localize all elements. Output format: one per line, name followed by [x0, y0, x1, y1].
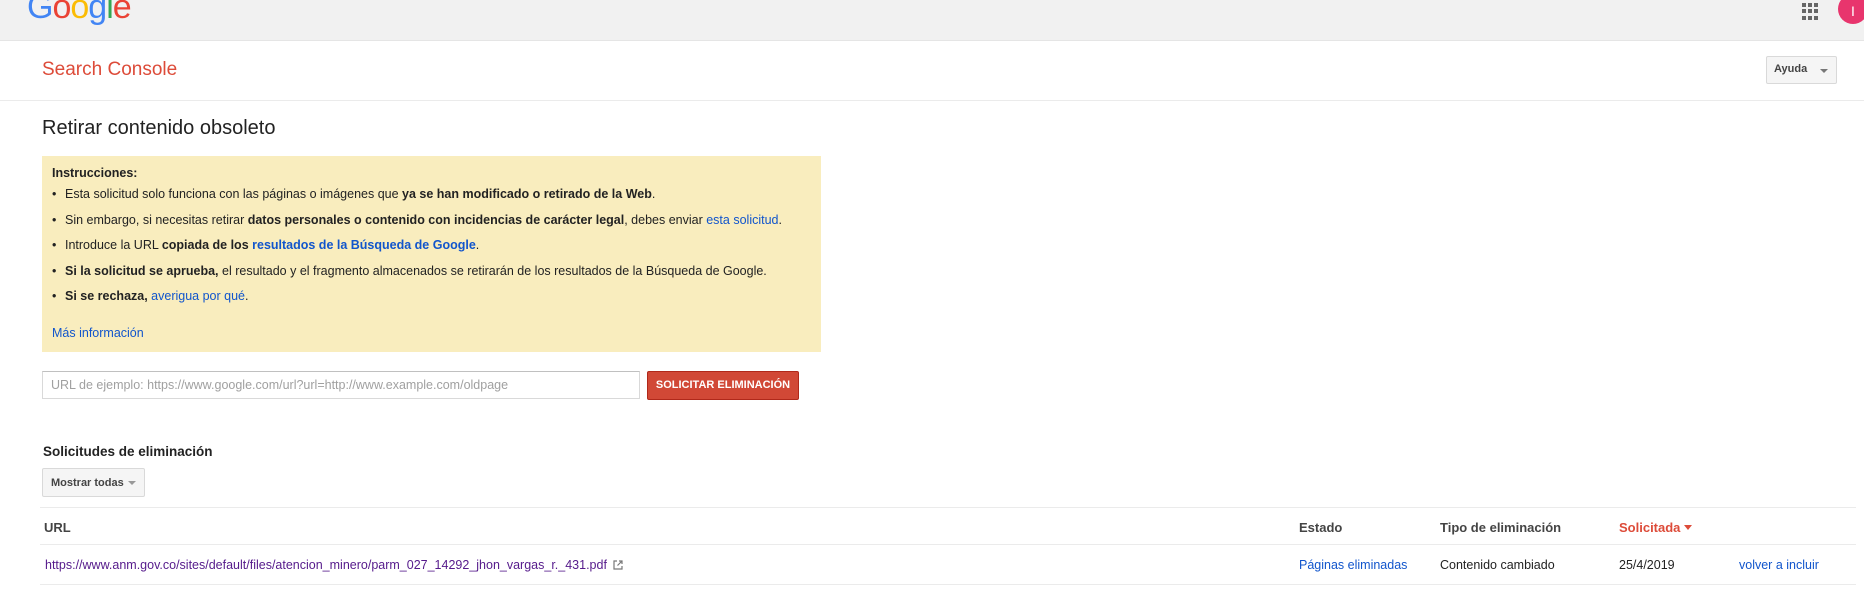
column-header-url: URL	[44, 520, 71, 535]
help-button[interactable]: Ayuda	[1766, 56, 1837, 84]
logo-letter: g	[88, 0, 107, 26]
filter-dropdown-label: Mostrar todas	[51, 477, 124, 489]
avatar[interactable]: I	[1838, 0, 1864, 24]
instruction-bold: datos personales o contenido con inciden…	[247, 212, 625, 227]
request-url-link[interactable]: https://www.anm.gov.co/sites/default/fil…	[45, 558, 623, 572]
subheader: Search Console Ayuda	[0, 41, 1864, 101]
instruction-text: Esta solicitud solo funciona con las pág…	[65, 187, 403, 201]
instruction-text: .	[651, 187, 656, 201]
column-header-type: Tipo de eliminación	[1440, 520, 1562, 535]
instruction-text: Introduce la URL	[65, 238, 162, 253]
instruction-text: .	[475, 238, 480, 253]
instructions-heading: Instrucciones:	[52, 166, 138, 180]
help-button-label: Ayuda	[1774, 63, 1808, 75]
request-url-text: https://www.anm.gov.co/sites/default/fil…	[45, 558, 607, 572]
more-info-link[interactable]: Más información	[52, 326, 144, 340]
instruction-bold: Si la solicitud se aprueba,	[65, 263, 219, 278]
table-header: URL Estado Tipo de eliminación Solicitad…	[40, 507, 1856, 545]
apps-grid-icon[interactable]	[1802, 3, 1819, 20]
legal-request-link[interactable]: esta solicitud	[706, 213, 778, 227]
requests-table: URL Estado Tipo de eliminación Solicitad…	[40, 507, 1856, 585]
column-header-requested-label: Solicitada	[1619, 520, 1681, 535]
instruction-text: , debes enviar	[624, 212, 707, 227]
filter-dropdown[interactable]: Mostrar todas	[42, 468, 145, 497]
request-state[interactable]: Páginas eliminadas	[1299, 558, 1407, 572]
column-header-requested[interactable]: Solicitada	[1619, 520, 1693, 535]
table-row: https://www.anm.gov.co/sites/default/fil…	[40, 545, 1856, 585]
chevron-down-icon	[1820, 69, 1828, 73]
find-out-why-link[interactable]: averigua por qué	[148, 289, 245, 303]
list-item: Esta solicitud solo funciona con las pág…	[52, 184, 811, 210]
instruction-text: el resultado y el fragmento almacenados …	[218, 263, 767, 278]
removal-type: Contenido cambiado	[1440, 558, 1555, 572]
list-item: Sin embargo, si necesitas retirar datos …	[52, 210, 811, 236]
instruction-bold: Si se rechaza,	[65, 289, 148, 304]
instruction-text: .	[778, 212, 782, 227]
sort-desc-icon	[1684, 525, 1693, 530]
reinclude-link[interactable]: volver a incluir	[1739, 558, 1819, 572]
instruction-text: .	[245, 289, 249, 304]
google-logo[interactable]: Google	[27, 0, 131, 28]
instruction-text: Sin embargo, si necesitas retirar	[65, 212, 248, 227]
instruction-bold: ya se han modificado o retirado de la We…	[402, 187, 652, 201]
logo-letter: G	[27, 0, 53, 26]
list-item: Si la solicitud se aprueba, el resultado…	[52, 261, 811, 287]
instruction-bold: copiada de los	[161, 238, 253, 253]
logo-letter: o	[70, 0, 89, 26]
instructions-list: Esta solicitud solo funciona con las pág…	[52, 184, 811, 312]
list-item: Introduce la URL copiada de los resultad…	[52, 235, 811, 261]
product-name[interactable]: Search Console	[42, 59, 177, 81]
search-results-link[interactable]: resultados de la Búsqueda de Google	[252, 238, 476, 252]
logo-letter: o	[52, 0, 71, 26]
chevron-down-icon	[128, 481, 136, 485]
instructions-box: Instrucciones: Esta solicitud solo funci…	[42, 156, 821, 352]
request-removal-button[interactable]: SOLICITAR ELIMINACIÓN	[647, 371, 799, 400]
requests-title: Solicitudes de eliminación	[43, 444, 213, 459]
top-bar: Google I	[0, 0, 1864, 41]
url-input[interactable]	[42, 371, 640, 399]
external-link-icon	[613, 560, 623, 570]
request-date: 25/4/2019	[1619, 558, 1675, 572]
logo-letter: e	[112, 0, 131, 26]
page-title: Retirar contenido obsoleto	[42, 117, 276, 139]
list-item: Si se rechaza, averigua por qué.	[52, 286, 811, 312]
column-header-state: Estado	[1299, 520, 1343, 535]
